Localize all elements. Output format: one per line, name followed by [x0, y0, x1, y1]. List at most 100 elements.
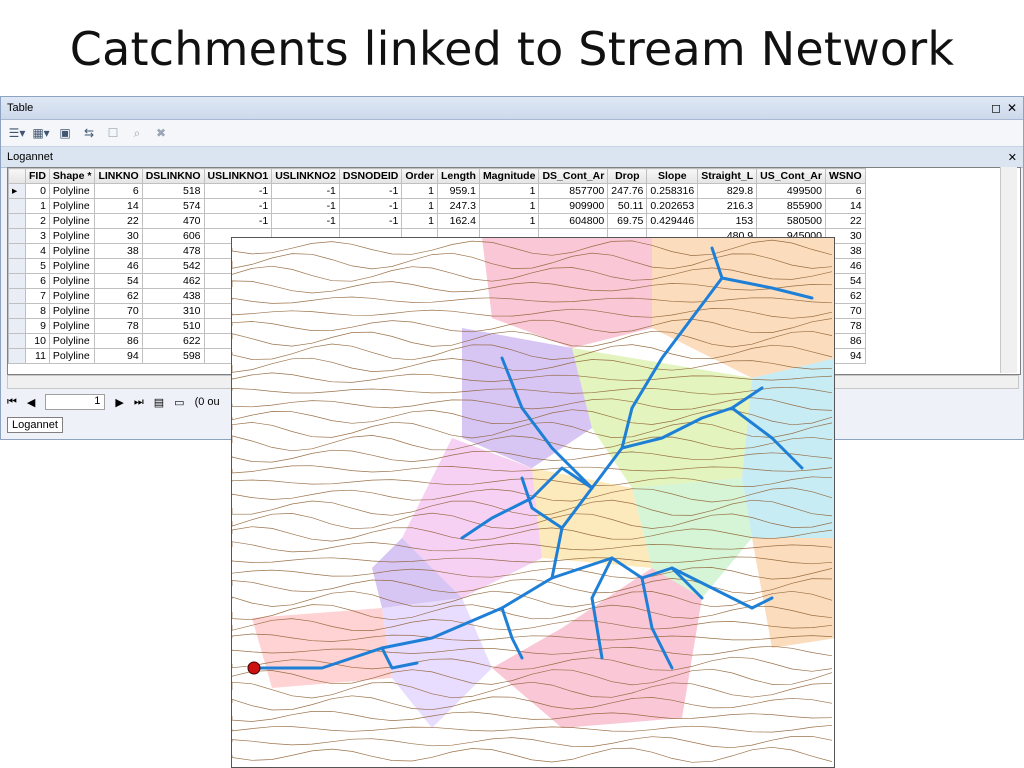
row-selector[interactable]	[8, 228, 26, 244]
row-selector[interactable]	[8, 333, 26, 349]
table-cell[interactable]: Polyline	[48, 258, 96, 274]
table-cell[interactable]: -1	[203, 198, 273, 214]
table-cell[interactable]: 78	[94, 318, 143, 334]
table-cell[interactable]: 438	[141, 288, 205, 304]
table-cell[interactable]: 6	[94, 183, 143, 199]
table-cell[interactable]: 6	[824, 183, 866, 199]
table-cell[interactable]: Polyline	[48, 333, 96, 349]
table-cell[interactable]: Polyline	[48, 273, 96, 289]
table-cell[interactable]: 909900	[538, 198, 609, 214]
table-cell[interactable]: Polyline	[48, 228, 96, 244]
table-cell[interactable]: Polyline	[48, 198, 96, 214]
table-cell[interactable]: 499500	[756, 183, 826, 199]
table-cell[interactable]: 857700	[538, 183, 609, 199]
table-cell[interactable]: -1	[271, 213, 340, 229]
table-cell[interactable]: 62	[94, 288, 143, 304]
table-cell[interactable]: 0.202653	[646, 198, 699, 214]
table-cell[interactable]: 478	[141, 243, 205, 259]
current-record-field[interactable]: 1	[45, 394, 106, 410]
column-header[interactable]: US_Cont_Ar	[756, 168, 826, 184]
restore-icon[interactable]: ◻	[991, 101, 1001, 115]
table-cell[interactable]: 38	[94, 243, 143, 259]
close-icon[interactable]: ✕	[1007, 101, 1017, 115]
table-cell[interactable]: 470	[141, 213, 205, 229]
show-all-records-icon[interactable]: ▤	[154, 396, 164, 409]
table-cell[interactable]: 622	[141, 333, 205, 349]
column-header[interactable]: Drop	[607, 168, 648, 184]
table-cell[interactable]: 70	[94, 303, 143, 319]
table-row[interactable]: ▸ 0 Polyline 6 518 -1 -1 -1 1 959.1 1 857700 247.76 0…	[8, 183, 866, 199]
delete-selected-icon[interactable]: ✖	[153, 125, 169, 141]
row-selector[interactable]	[8, 318, 26, 334]
show-selected-records-icon[interactable]: ▭	[174, 396, 184, 409]
table-cell[interactable]: 310	[141, 303, 205, 319]
table-cell[interactable]: 10	[25, 333, 50, 349]
table-cell[interactable]: Polyline	[48, 213, 96, 229]
table-cell[interactable]: 855900	[756, 198, 826, 214]
table-cell[interactable]: 30	[94, 228, 143, 244]
vertical-scrollbar[interactable]	[1000, 167, 1017, 373]
table-cell[interactable]: Polyline	[48, 288, 96, 304]
table-cell[interactable]: 5	[25, 258, 50, 274]
table-cell[interactable]: -1	[338, 198, 403, 214]
last-record-icon[interactable]: ⏭	[134, 396, 144, 409]
table-cell[interactable]: 46	[94, 258, 143, 274]
table-cell[interactable]: 162.4	[436, 213, 480, 229]
table-cell[interactable]: 1	[401, 213, 438, 229]
table-cell[interactable]: -1	[338, 183, 403, 199]
table-cell[interactable]: 22	[824, 213, 866, 229]
table-cell[interactable]: 8	[25, 303, 50, 319]
column-header[interactable]: USLINKNO2	[271, 168, 340, 184]
table-cell[interactable]: 606	[141, 228, 205, 244]
table-options-icon[interactable]: ☰▾	[9, 125, 26, 141]
table-cell[interactable]: Polyline	[48, 243, 96, 259]
zoom-to-selected-icon[interactable]: ⌕	[129, 125, 145, 141]
column-header[interactable]: DS_Cont_Ar	[538, 168, 609, 184]
column-header[interactable]: LINKNO	[94, 168, 143, 184]
table-cell[interactable]: -1	[271, 183, 340, 199]
table-cell[interactable]: 2	[25, 213, 50, 229]
table-cell[interactable]: 574	[141, 198, 205, 214]
table-cell[interactable]: 54	[94, 273, 143, 289]
row-selector[interactable]	[8, 198, 26, 214]
column-header[interactable]: Length	[436, 168, 480, 184]
table-cell[interactable]: -1	[203, 183, 273, 199]
row-selector[interactable]	[8, 213, 26, 229]
table-cell[interactable]: Polyline	[48, 183, 96, 199]
table-cell[interactable]: 580500	[756, 213, 826, 229]
table-cell[interactable]: 510	[141, 318, 205, 334]
table-cell[interactable]: 69.75	[607, 213, 648, 229]
table-cell[interactable]: 598	[141, 348, 205, 364]
table-cell[interactable]: Polyline	[48, 303, 96, 319]
table-cell[interactable]: 829.8	[697, 183, 758, 199]
table-cell[interactable]: 0.258316	[646, 183, 699, 199]
row-selector[interactable]	[8, 348, 26, 364]
layer-tab[interactable]: Logannet	[7, 417, 63, 433]
table-cell[interactable]: 3	[25, 228, 50, 244]
column-header[interactable]: Order	[401, 168, 438, 184]
previous-record-icon[interactable]: ◀	[27, 396, 35, 409]
table-cell[interactable]: 22	[94, 213, 143, 229]
table-cell[interactable]: Polyline	[48, 348, 96, 364]
row-selector[interactable]: ▸	[8, 183, 26, 199]
table-cell[interactable]: 518	[141, 183, 205, 199]
table-cell[interactable]: 247.3	[436, 198, 480, 214]
column-header[interactable]: USLINKNO1	[203, 168, 273, 184]
table-cell[interactable]: 542	[141, 258, 205, 274]
column-header[interactable]: WSNO	[824, 168, 866, 184]
table-cell[interactable]: 6	[25, 273, 50, 289]
table-cell[interactable]: 4	[25, 243, 50, 259]
table-cell[interactable]: 0	[25, 183, 50, 199]
table-cell[interactable]: 1	[25, 198, 50, 214]
column-header[interactable]: Slope	[646, 168, 699, 184]
table-cell[interactable]: 14	[94, 198, 143, 214]
table-cell[interactable]: 216.3	[697, 198, 758, 214]
first-record-icon[interactable]: ⏮	[7, 396, 17, 409]
table-cell[interactable]: 50.11	[607, 198, 648, 214]
table-cell[interactable]: 153	[697, 213, 758, 229]
table-cell[interactable]: -1	[203, 213, 273, 229]
table-cell[interactable]: 462	[141, 273, 205, 289]
table-cell[interactable]: 11	[25, 348, 50, 364]
select-by-attributes-icon[interactable]: ▣	[57, 125, 73, 141]
clear-selection-icon[interactable]: ☐	[105, 125, 121, 141]
